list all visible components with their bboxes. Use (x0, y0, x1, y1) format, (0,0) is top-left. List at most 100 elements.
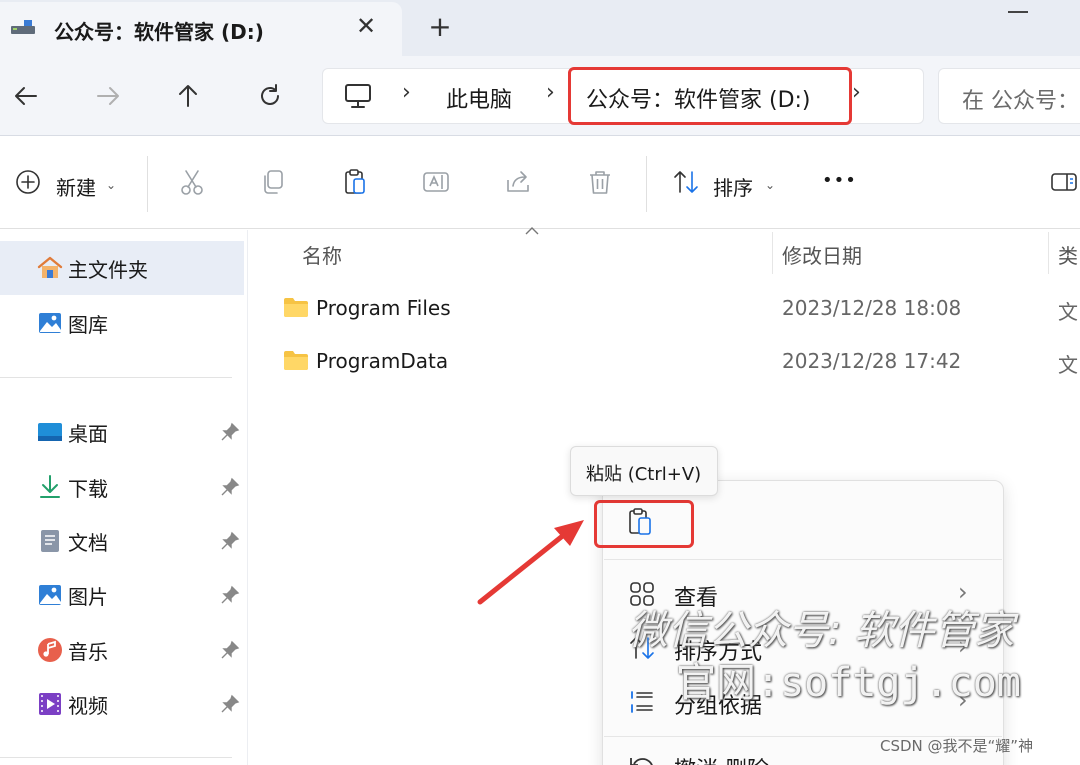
tab-close-button[interactable]: ✕ (353, 12, 379, 40)
picture-icon (39, 585, 61, 605)
toolbar-divider (646, 156, 647, 212)
search-placeholder: 在 公众号： (962, 89, 1079, 114)
file-modified-date: 2023/12/28 18:08 (782, 296, 962, 320)
sidebar-item-gallery[interactable]: 图库 (0, 296, 244, 350)
sort-button[interactable] (668, 164, 704, 200)
file-type: 文 (1058, 353, 1078, 377)
sidebar-item-downloads[interactable]: 下载 (0, 460, 244, 514)
rename-icon (423, 172, 449, 192)
home-icon (37, 256, 63, 278)
new-tab-button[interactable]: + (426, 12, 454, 42)
column-separator[interactable] (1048, 232, 1049, 274)
clipboard-icon (345, 169, 365, 194)
pin-icon[interactable] (220, 531, 240, 551)
gallery-icon (39, 313, 61, 333)
sidebar-item-music[interactable]: 音乐 (0, 623, 244, 677)
watermark-website: 官网:softgj.com (676, 660, 1021, 706)
copy-icon (264, 170, 283, 194)
share-button[interactable] (500, 164, 536, 200)
video-icon (39, 693, 61, 715)
download-icon (40, 475, 60, 498)
sidebar-item-desktop[interactable]: 桌面 (0, 405, 244, 459)
breadcrumb-this-pc[interactable]: 此电脑 (446, 82, 512, 114)
folder-icon (284, 351, 308, 370)
chevron-down-icon[interactable]: ⌄ (106, 178, 116, 192)
sidebar-item-documents[interactable]: 文档 (0, 514, 244, 568)
delete-button[interactable] (582, 164, 618, 200)
pin-icon[interactable] (220, 422, 240, 442)
folder-icon (284, 298, 308, 317)
copy-button[interactable] (255, 164, 291, 200)
sidebar-item-label: 视频 (68, 693, 108, 718)
pin-icon[interactable] (220, 694, 240, 714)
sidebar-divider (0, 757, 232, 758)
arrow-left-icon (15, 87, 37, 105)
breadcrumb-separator[interactable]: › (402, 80, 411, 105)
chevron-down-icon[interactable]: ⌄ (765, 178, 775, 192)
file-modified-date: 2023/12/28 17:42 (782, 349, 962, 373)
paste-button[interactable] (337, 164, 373, 200)
up-button[interactable] (170, 78, 206, 114)
breadcrumb-separator[interactable]: › (546, 80, 555, 105)
arrow-right-icon (97, 87, 119, 105)
details-pane-button[interactable] (1046, 164, 1080, 200)
tab-title: 公众号：软件管家 (D:) (54, 20, 264, 44)
document-icon (41, 530, 59, 552)
plus-circle-icon (16, 170, 40, 194)
highlight-box-address (568, 67, 852, 125)
sort-arrows-icon (674, 171, 698, 193)
column-header-type[interactable]: 类 (1058, 240, 1078, 269)
table-row[interactable]: Program Files 2023/12/28 18:08 文 (270, 286, 1080, 332)
computer-icon (345, 84, 371, 108)
column-separator[interactable] (772, 232, 773, 274)
undo-icon (630, 758, 653, 765)
drive-icon (11, 20, 35, 34)
panel-icon (1051, 173, 1077, 191)
sidebar-item-label: 图片 (68, 584, 108, 609)
sidebar-item-label: 文档 (68, 530, 108, 555)
file-type: 文 (1058, 300, 1078, 324)
pin-icon[interactable] (220, 585, 240, 605)
table-row[interactable]: ProgramData 2023/12/28 17:42 文 (270, 339, 1080, 385)
share-icon (507, 171, 529, 192)
sidebar-item-label: 主文件夹 (68, 257, 148, 282)
column-header-modified[interactable]: 修改日期 (782, 240, 862, 269)
back-button[interactable] (8, 78, 44, 114)
sidebar-divider (0, 377, 232, 378)
command-bar (0, 137, 1080, 229)
sidebar-item-videos[interactable]: 视频 (0, 677, 244, 731)
cut-button[interactable] (174, 164, 210, 200)
arrow-up-icon (179, 85, 197, 107)
credit-text: CSDN @我不是“耀”神 (880, 737, 1034, 755)
pin-icon[interactable] (220, 640, 240, 660)
file-name: ProgramData (316, 349, 449, 373)
tooltip-text: 粘贴 (Ctrl+V) (586, 464, 702, 485)
sidebar-item-label: 音乐 (68, 639, 108, 664)
new-button[interactable] (10, 164, 46, 200)
watermark-wechat: 微信公众号: 软件管家 (628, 608, 1015, 654)
breadcrumb-separator[interactable]: › (852, 80, 861, 105)
file-name: Program Files (316, 296, 451, 320)
music-icon (38, 638, 62, 662)
sidebar-item-pictures[interactable]: 图片 (0, 568, 244, 622)
toolbar-divider (147, 156, 148, 212)
highlight-box-paste (594, 500, 694, 548)
new-button-label[interactable]: 新建 (56, 172, 96, 201)
more-options-button[interactable]: ••• (822, 170, 857, 191)
annotation-arrow (477, 520, 584, 605)
context-menu-separator (604, 559, 1002, 560)
trash-icon (590, 171, 610, 194)
sidebar-item-label: 桌面 (68, 421, 108, 446)
rename-button[interactable] (418, 164, 454, 200)
column-header-name[interactable]: 名称 (302, 240, 342, 269)
minimize-button[interactable] (1008, 11, 1028, 13)
forward-button[interactable] (90, 78, 126, 114)
context-menu-label: 撤消 删除 (674, 752, 769, 765)
scissors-icon (181, 170, 203, 195)
refresh-button[interactable] (252, 78, 288, 114)
pin-icon[interactable] (220, 477, 240, 497)
sort-button-label[interactable]: 排序 (713, 172, 753, 201)
sidebar-item-label: 图库 (68, 312, 108, 337)
refresh-icon (261, 84, 279, 105)
sidebar-item-home[interactable]: 主文件夹 (0, 241, 244, 295)
